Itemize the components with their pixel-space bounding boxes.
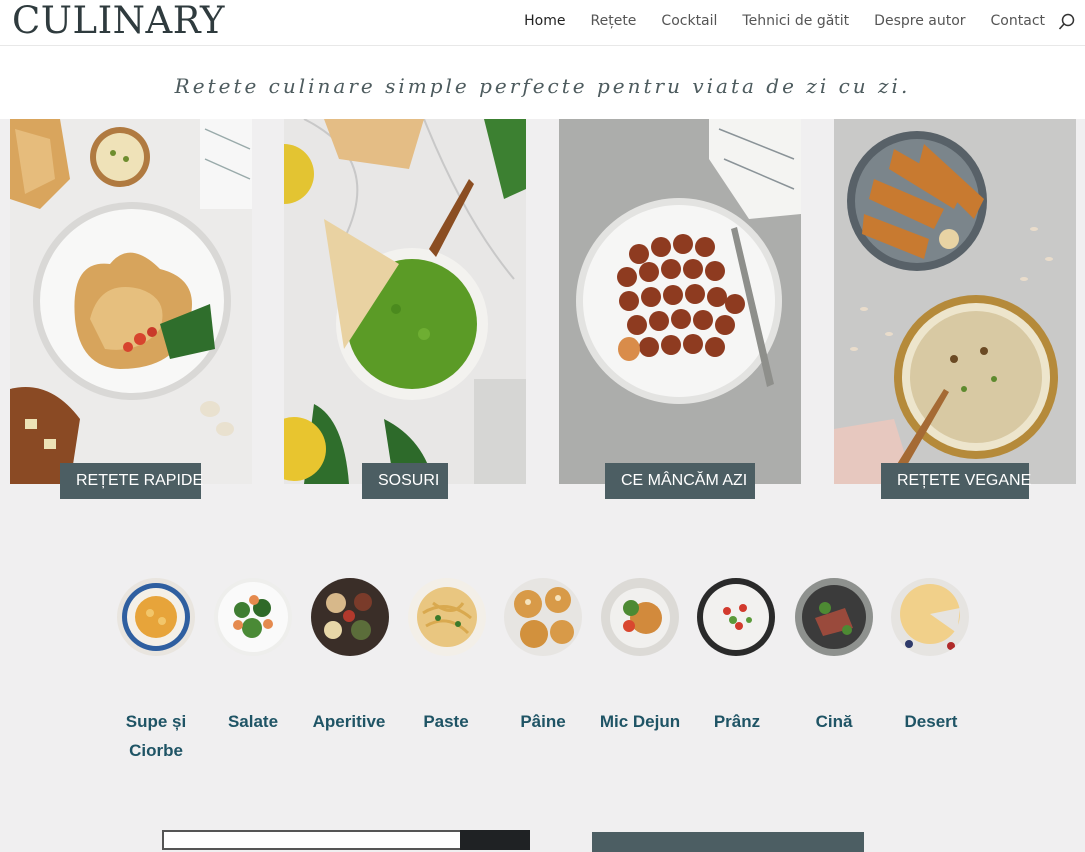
secondary-button[interactable]	[592, 832, 864, 852]
category-image-salate[interactable]	[214, 578, 292, 656]
card-label-retete-vegane[interactable]: REȚETE VEGANE	[881, 463, 1031, 499]
nav-tehnici[interactable]: Tehnici de gătit	[742, 12, 849, 30]
nav-contact[interactable]: Contact	[991, 12, 1045, 30]
category-label-line1: Supe și	[125, 712, 187, 731]
pasta-plate-image	[408, 578, 486, 656]
category-image-mic-dejun[interactable]	[601, 578, 679, 656]
category-desert[interactable]: Desert	[883, 707, 979, 736]
category-image-paine[interactable]	[504, 578, 582, 656]
steak-dinner-image	[795, 578, 873, 656]
category-image-paste[interactable]	[408, 578, 486, 656]
category-image-supe[interactable]	[117, 578, 195, 656]
flatbread-plate-image	[10, 119, 252, 484]
category-image-cina[interactable]	[795, 578, 873, 656]
card-label-retete-rapide[interactable]: REȚETE RAPIDE	[60, 463, 203, 499]
nav-cocktail[interactable]: Cocktail	[661, 12, 717, 30]
main-nav: Home Rețete Cocktail Tehnici de gătit De…	[524, 12, 1045, 30]
category-aperitive[interactable]: Aperitive	[301, 707, 397, 736]
search-icon[interactable]	[1058, 13, 1076, 31]
category-label-line2: Ciorbe	[129, 741, 183, 760]
category-paste[interactable]: Paste	[398, 707, 494, 736]
card-retete-rapide[interactable]	[10, 119, 252, 484]
tagline: Retete culinare simple perfecte pentru v…	[174, 74, 911, 98]
lunch-bowl-image	[697, 578, 775, 656]
category-pranz[interactable]: Prânz	[689, 707, 785, 736]
site-header: CULINARY Home Rețete Cocktail Tehnici de…	[0, 0, 1085, 46]
card-retete-vegane[interactable]	[834, 119, 1076, 484]
category-mic-dejun[interactable]: Mic Dejun	[592, 707, 688, 736]
category-image-aperitive[interactable]	[311, 578, 389, 656]
category-salate[interactable]: Salate	[205, 707, 301, 736]
category-paine[interactable]: Pâine	[495, 707, 591, 736]
appetizer-board-image	[311, 578, 389, 656]
card-label-sosuri[interactable]: SOSURI	[362, 463, 448, 499]
newsletter-submit-button[interactable]	[460, 830, 530, 850]
card-sosuri[interactable]	[284, 119, 526, 484]
meatballs-plate-image	[559, 119, 801, 484]
card-label-ce-mancam-azi[interactable]: CE MÂNCĂM AZI	[605, 463, 755, 499]
newsletter-input[interactable]	[162, 830, 460, 850]
bread-buns-image	[504, 578, 582, 656]
nav-home[interactable]: Home	[524, 12, 565, 30]
card-ce-mancam-azi[interactable]	[559, 119, 801, 484]
site-logo[interactable]: CULINARY	[12, 1, 225, 41]
vegan-soup-toast-image	[834, 119, 1076, 484]
category-cina[interactable]: Cină	[786, 707, 882, 736]
tagline-band: Retete culinare simple perfecte pentru v…	[0, 46, 1085, 119]
green-sauce-bowl-image	[284, 119, 526, 484]
breakfast-plate-image	[601, 578, 679, 656]
cheesecake-image	[891, 578, 969, 656]
nav-retete[interactable]: Rețete	[591, 12, 637, 30]
category-supe-ciorbe[interactable]: Supe și Ciorbe	[108, 707, 204, 765]
category-image-desert[interactable]	[891, 578, 969, 656]
category-image-pranz[interactable]	[697, 578, 775, 656]
soup-bowl-image	[117, 578, 195, 656]
nav-despre-autor[interactable]: Despre autor	[874, 12, 965, 30]
shrimp-salad-image	[214, 578, 292, 656]
